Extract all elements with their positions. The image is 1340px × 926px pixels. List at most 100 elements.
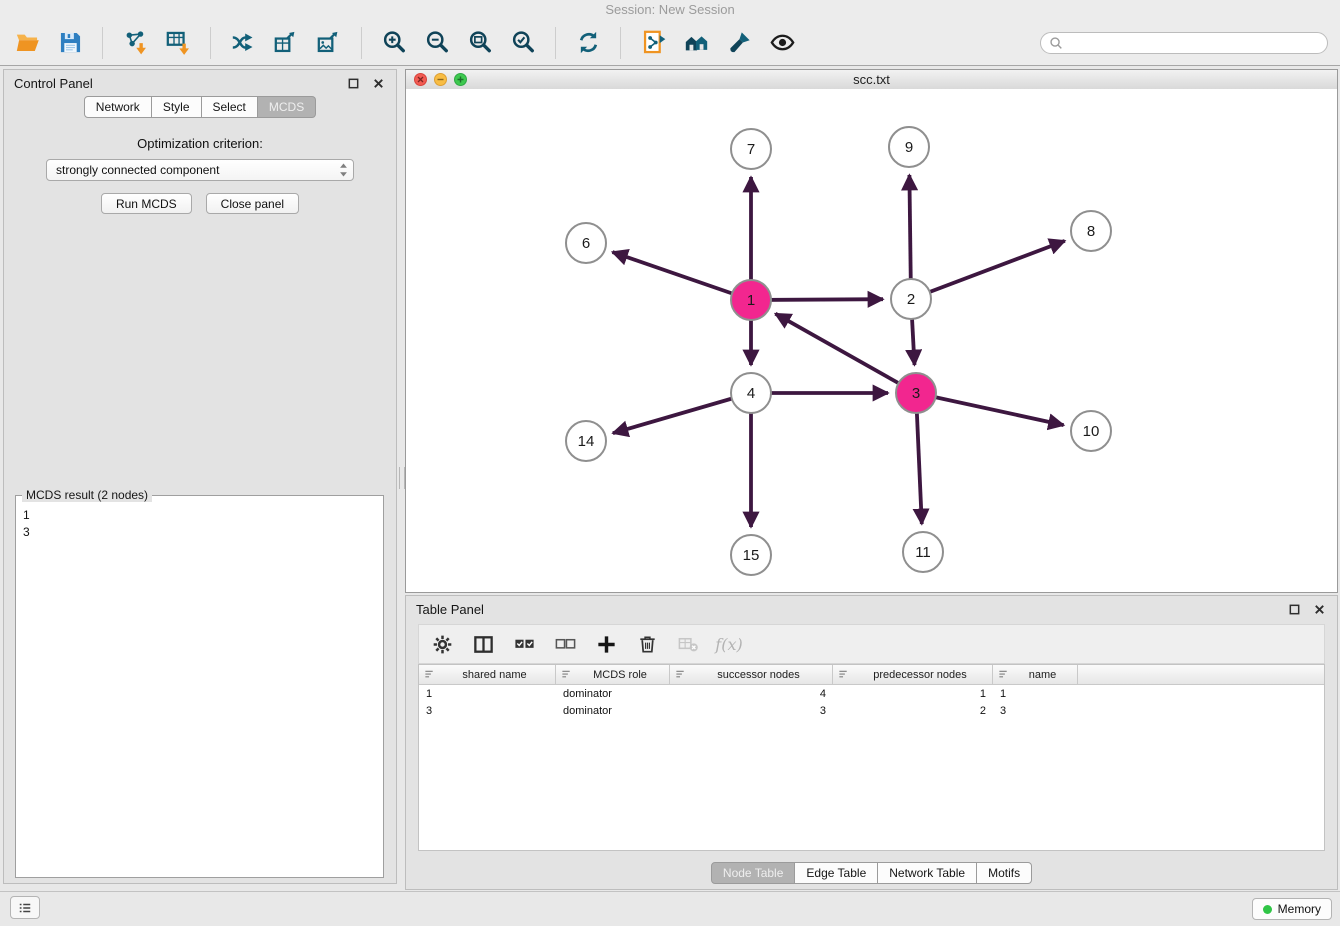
search-input[interactable] bbox=[1068, 35, 1319, 51]
table-row[interactable]: 1dominator411 bbox=[419, 685, 1324, 702]
show-hide-graphics-icon bbox=[769, 29, 796, 56]
minimize-window-button[interactable] bbox=[434, 73, 447, 86]
show-hide-graphics-button[interactable] bbox=[767, 28, 797, 58]
node-2[interactable]: 2 bbox=[891, 279, 931, 319]
table-cell[interactable]: 1 bbox=[993, 688, 1078, 700]
zoom-out-button[interactable] bbox=[422, 28, 452, 58]
delete-row-icon bbox=[636, 633, 659, 656]
node-8[interactable]: 8 bbox=[1071, 211, 1111, 251]
tab-select[interactable]: Select bbox=[202, 96, 258, 118]
save-session-icon bbox=[57, 29, 84, 56]
window-controls bbox=[414, 73, 467, 86]
search-field[interactable] bbox=[1040, 32, 1328, 54]
first-neighbors-button[interactable] bbox=[681, 28, 711, 58]
table-cell[interactable]: 3 bbox=[419, 705, 556, 717]
open-file-button[interactable] bbox=[12, 28, 42, 58]
save-session-button[interactable] bbox=[55, 28, 85, 58]
select-all-rows-button[interactable] bbox=[511, 631, 537, 657]
table-cell[interactable]: 3 bbox=[993, 705, 1078, 717]
node-14[interactable]: 14 bbox=[566, 421, 606, 461]
network-from-selection-button[interactable] bbox=[638, 28, 668, 58]
edge-2-8[interactable] bbox=[911, 241, 1065, 299]
table-cell[interactable]: 3 bbox=[670, 705, 833, 717]
zoom-in-button[interactable] bbox=[379, 28, 409, 58]
node-11[interactable]: 11 bbox=[903, 532, 943, 572]
column-header-successor-nodes[interactable]: successor nodes bbox=[670, 665, 833, 684]
column-header-MCDS-role[interactable]: MCDS role bbox=[556, 665, 670, 684]
destroy-table-icon bbox=[677, 633, 700, 656]
apply-layout-button[interactable] bbox=[724, 28, 754, 58]
table-settings-button[interactable] bbox=[429, 631, 455, 657]
mcds-result-list[interactable]: 13 bbox=[18, 505, 381, 875]
tab-mcds[interactable]: MCDS bbox=[258, 96, 316, 118]
close-panel-action-button[interactable]: Close panel bbox=[206, 193, 299, 214]
delete-row-button[interactable] bbox=[634, 631, 660, 657]
control-panel-title: Control Panel bbox=[14, 76, 93, 91]
table-cell[interactable]: 1 bbox=[419, 688, 556, 700]
column-header-name[interactable]: name bbox=[993, 665, 1078, 684]
network-graph[interactable]: 7 9 6 8 1 2 4 3 14 10 15 11 bbox=[406, 89, 1337, 592]
tab-style[interactable]: Style bbox=[152, 96, 202, 118]
node-9[interactable]: 9 bbox=[889, 127, 929, 167]
table-toolbar: f(x) bbox=[418, 624, 1325, 664]
deselect-all-rows-icon bbox=[554, 633, 577, 656]
svg-text:11: 11 bbox=[915, 544, 931, 561]
status-bar: Memory bbox=[0, 891, 1340, 926]
float-panel-button[interactable] bbox=[345, 75, 361, 91]
node-6[interactable]: 6 bbox=[566, 223, 606, 263]
close-panel-button[interactable] bbox=[370, 75, 386, 91]
column-header-predecessor-nodes[interactable]: predecessor nodes bbox=[833, 665, 993, 684]
edge-3-1[interactable] bbox=[775, 314, 916, 393]
close-window-icon bbox=[416, 75, 425, 84]
column-header-shared-name[interactable]: shared name bbox=[419, 665, 556, 684]
tab-node-table[interactable]: Node Table bbox=[711, 862, 796, 884]
split-panel-button[interactable] bbox=[470, 631, 496, 657]
node-3[interactable]: 3 bbox=[896, 373, 936, 413]
export-image-button[interactable] bbox=[314, 28, 344, 58]
tab-motifs[interactable]: Motifs bbox=[977, 862, 1032, 884]
column-sort-icon bbox=[838, 669, 849, 680]
tab-edge-table[interactable]: Edge Table bbox=[795, 862, 878, 884]
close-window-button[interactable] bbox=[414, 73, 427, 86]
main-toolbar-icons bbox=[12, 27, 797, 59]
network-window-titlebar: scc.txt bbox=[406, 70, 1337, 90]
add-row-button[interactable] bbox=[593, 631, 619, 657]
table-cell[interactable]: dominator bbox=[556, 688, 670, 700]
zoom-selected-button[interactable] bbox=[508, 28, 538, 58]
export-network-button[interactable] bbox=[228, 28, 258, 58]
svg-text:2: 2 bbox=[907, 291, 915, 308]
edge-4-14[interactable] bbox=[613, 393, 751, 433]
refresh-button[interactable] bbox=[573, 28, 603, 58]
task-history-button[interactable] bbox=[10, 896, 40, 919]
optimization-criterion-select[interactable]: strongly connected component bbox=[46, 159, 354, 181]
import-table-button[interactable] bbox=[163, 28, 193, 58]
export-table-button[interactable] bbox=[271, 28, 301, 58]
network-canvas[interactable]: 7 9 6 8 1 2 4 3 14 10 15 11 bbox=[406, 89, 1337, 592]
node-4[interactable]: 4 bbox=[731, 373, 771, 413]
memory-button[interactable]: Memory bbox=[1252, 898, 1332, 920]
table-cell[interactable]: 4 bbox=[670, 688, 833, 700]
tab-network-table[interactable]: Network Table bbox=[878, 862, 977, 884]
float-table-panel-button[interactable] bbox=[1286, 601, 1302, 617]
tab-network[interactable]: Network bbox=[84, 96, 152, 118]
table-row[interactable]: 3dominator323 bbox=[419, 702, 1324, 719]
zoom-fit-button[interactable] bbox=[465, 28, 495, 58]
table-cell[interactable]: 2 bbox=[833, 705, 993, 717]
node-7[interactable]: 7 bbox=[731, 129, 771, 169]
close-table-panel-button[interactable] bbox=[1311, 601, 1327, 617]
deselect-all-rows-button[interactable] bbox=[552, 631, 578, 657]
select-all-rows-icon bbox=[513, 633, 536, 656]
fx-button[interactable]: f(x) bbox=[716, 631, 742, 657]
panel-splitter[interactable] bbox=[398, 69, 404, 884]
run-mcds-button[interactable]: Run MCDS bbox=[101, 193, 192, 214]
destroy-table-button[interactable] bbox=[675, 631, 701, 657]
node-10[interactable]: 10 bbox=[1071, 411, 1111, 451]
import-network-button[interactable] bbox=[120, 28, 150, 58]
table-cell[interactable]: dominator bbox=[556, 705, 670, 717]
node-15[interactable]: 15 bbox=[731, 535, 771, 575]
node-1[interactable]: 1 bbox=[731, 280, 771, 320]
edge-3-10[interactable] bbox=[916, 393, 1064, 425]
zoom-window-button[interactable] bbox=[454, 73, 467, 86]
edge-1-6[interactable] bbox=[613, 252, 752, 300]
table-cell[interactable]: 1 bbox=[833, 688, 993, 700]
